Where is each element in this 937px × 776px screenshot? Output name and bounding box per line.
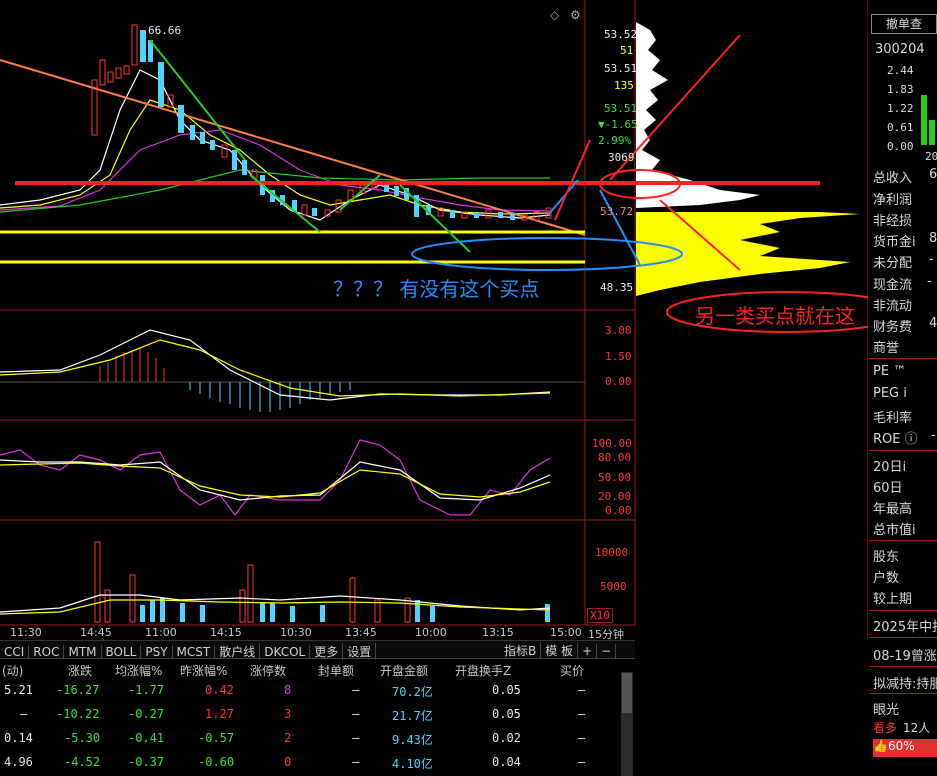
tab-mcst[interactable]: MCST <box>173 645 216 659</box>
question-annotation: ？？？ 有没有这个买点 <box>333 277 540 301</box>
macd-bars <box>0 348 585 412</box>
price-pct: 2.99% <box>598 134 632 147</box>
diamond-icon[interactable]: ◇ <box>550 8 559 22</box>
macd-tick-2: 1.50 <box>605 350 632 363</box>
col-header-3[interactable]: 均涨幅% <box>115 662 162 679</box>
time-tick-1: 11:30 <box>10 626 42 639</box>
col-header-5[interactable]: 涨停数 <box>250 662 286 679</box>
template-button[interactable]: 模 板 <box>541 642 579 659</box>
green-arrows <box>149 39 471 253</box>
mini-bar <box>921 95 927 145</box>
time-tick-3: 11:00 <box>145 626 177 639</box>
volume-profile <box>636 22 860 296</box>
stock-code: 300204 <box>875 42 925 57</box>
news-item[interactable]: 08-19曾涨 <box>873 645 937 664</box>
price-label-vol: 3069 <box>608 151 635 164</box>
price-label-5: 53.51 <box>604 102 638 115</box>
current-price: 53.72 <box>600 205 634 218</box>
peak-label: 66.66 <box>148 24 182 37</box>
tab-cci[interactable]: CCI <box>0 645 30 659</box>
price-label-1: 53.52 <box>604 28 638 41</box>
news-item[interactable]: 2025年中报 <box>873 616 937 635</box>
macd-tick-3: 0.00 <box>605 375 632 388</box>
tab-mtm[interactable]: MTM <box>64 645 102 659</box>
table-header: (动) 涨跌 均涨幅% 昨涨幅% 涨停数 封单额 开盘金额 开盘换手Z 买价 <box>0 658 635 679</box>
tab-boll[interactable]: BOLL <box>102 645 142 659</box>
time-tick-7: 10:00 <box>415 626 447 639</box>
other-annotation: 另一类买点就在这 <box>695 304 855 328</box>
col-header-8[interactable]: 开盘换手Z <box>455 662 511 679</box>
macd-lines <box>0 329 551 401</box>
mini-bar <box>929 120 935 145</box>
cancel-order-button[interactable]: 撤单查 <box>871 14 937 34</box>
news-item[interactable]: 眼光 <box>873 699 899 718</box>
sentiment-label: 看多 <box>873 721 898 735</box>
zoom-out-button[interactable]: − <box>597 644 617 658</box>
low-price: 48.35 <box>600 281 634 294</box>
tab-dkcol[interactable]: DKCOL <box>260 645 311 659</box>
time-tick-6: 13:45 <box>345 626 377 639</box>
col-header-4[interactable]: 昨涨幅% <box>180 662 227 679</box>
table-row[interactable]: 4.96 -4.52 -0.37 -0.60 0 — 4.10亿 0.04 — <box>0 752 620 776</box>
price-change: ▼-1.65 <box>598 118 638 131</box>
kdj-tick-1: 100.00 <box>592 437 632 450</box>
indicator-b-button[interactable]: 指标B <box>500 642 542 659</box>
toolbar-right: 指标B 模 板 + − <box>500 640 617 659</box>
price-label-4: 135 <box>614 79 634 92</box>
col-header-1[interactable]: (动) <box>2 662 23 679</box>
tab-roc[interactable]: ROC <box>29 645 65 659</box>
kdj-tick-2: 80.00 <box>598 451 632 464</box>
sentiment-count: 12人 <box>903 721 931 735</box>
price-label-2: 51 <box>620 44 634 57</box>
col-header-2[interactable]: 涨跌 <box>68 662 92 679</box>
table-row[interactable]: 0.14 -5.30 -0.41 -0.57 2 — 9.43亿 0.02 — <box>0 728 620 752</box>
col-header-6[interactable]: 封单额 <box>318 662 354 679</box>
zoom-in-button[interactable]: + <box>578 644 598 658</box>
time-tick-5: 10:30 <box>280 626 312 639</box>
blue-arrows <box>547 179 641 266</box>
vol-tick-2: 5000 <box>600 580 627 593</box>
kdj-tick-3: 50.00 <box>598 471 632 484</box>
volume-bars <box>94 541 550 623</box>
vol-unit: X10 <box>587 608 613 623</box>
sentiment-bar[interactable]: 👍60% <box>873 739 937 757</box>
time-tick-2: 14:45 <box>80 626 112 639</box>
tab-psy[interactable]: PSY <box>141 645 173 659</box>
kdj-lines <box>0 439 551 516</box>
vol-tick-1: 10000 <box>595 546 629 559</box>
table-row[interactable]: 5.21 -16.27 -1.77 0.42 8 — 70.2亿 0.05 — <box>0 680 620 704</box>
price-label-3: 53.51 <box>604 62 638 75</box>
table-scrollbar[interactable] <box>621 672 633 776</box>
news-item[interactable]: 拟减持:持服 <box>873 673 937 692</box>
kdj-tick-4: 20.00 <box>598 490 632 503</box>
gear-icon[interactable]: ⚙ <box>570 8 581 22</box>
table-body: 5.21 -16.27 -1.77 0.42 8 — 70.2亿 0.05 — … <box>0 680 635 776</box>
time-tick-8: 13:15 <box>482 626 514 639</box>
time-tick-4: 14:15 <box>210 626 242 639</box>
time-tick-9: 15:00 <box>550 626 582 639</box>
thumbs-up-icon: 👍 <box>873 739 888 753</box>
kdj-tick-5: 0.00 <box>605 504 632 517</box>
col-header-7[interactable]: 开盘金额 <box>380 662 428 679</box>
macd-tick-1: 3.00 <box>605 324 632 337</box>
col-header-9[interactable]: 买价 <box>560 662 584 679</box>
table-row[interactable]: — -10.22 -0.27 1.27 3 — 21.7亿 0.05 — <box>0 704 620 728</box>
right-panel: 撤单查 300204 2.44 1.83 1.22 0.61 0.00 20 总… <box>869 0 937 776</box>
